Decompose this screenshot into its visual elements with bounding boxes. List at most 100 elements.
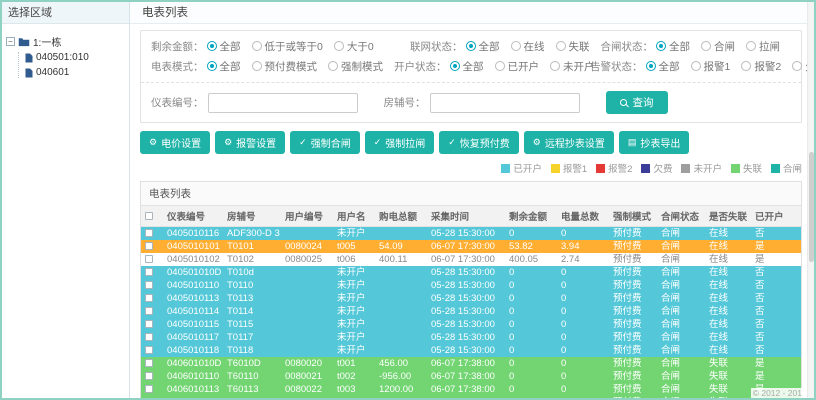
tree-node-building[interactable]: − 1:一栋 (6, 34, 125, 49)
table-row[interactable]: 0405010115 T0115 未开户 05-28 15:30:00 0 0 预付费 合闸在… (141, 318, 801, 331)
table-cell: 05-28 15:30:00 (427, 305, 505, 318)
toolbar-button-label: 电价设置 (161, 139, 202, 150)
radio-icon[interactable] (645, 61, 656, 71)
table-row[interactable]: 0405010116 ADF300-D 3 未开户 05-28 15:30:00 0 0 预… (141, 226, 801, 240)
radio-option[interactable]: 全部 (465, 39, 500, 54)
toolbar-button[interactable]: ⚙ 报警设置 (215, 131, 286, 154)
radio-icon[interactable] (251, 61, 262, 71)
region-sidebar: 选择区域 − 1:一栋 040501:010 040601 (2, 2, 130, 398)
table-row[interactable]: 040601010D T6010D 0080020 t001 456.00 06-07 1… (141, 357, 801, 370)
table-row[interactable]: 040501010D T010d 未开户 05-28 15:30:00 0 0 预付费 合闸在… (141, 266, 801, 279)
table-cell: t005 (333, 240, 375, 253)
radio-option[interactable]: 全部 (206, 59, 241, 74)
copyright-text: © 2012 - 201 (750, 388, 804, 398)
table-row[interactable]: 0405010101 T0101 0080024 t005 54.09 06-07 17:… (141, 240, 801, 253)
toolbar-button[interactable]: ✓ 恢复预付费 (439, 131, 519, 154)
table-cell: 05-28 15:30:00 (427, 318, 505, 331)
table-row[interactable]: 0405010113 T0113 未开户 05-28 15:30:00 0 0 预付费 合闸在… (141, 292, 801, 305)
radio-option[interactable]: 报警1 (690, 59, 730, 74)
radio-icon[interactable] (251, 41, 262, 51)
radio-option[interactable]: 在线 (510, 39, 545, 54)
row-checkbox[interactable] (145, 281, 153, 290)
table-cell: 预付费 (609, 226, 657, 240)
table-row[interactable]: 0405010110 T0110 未开户 05-28 15:30:00 0 0 预付费 合闸在… (141, 279, 801, 292)
table-row[interactable]: 0406010110 T60110 0080021 t002 -956.00 06-07 … (141, 370, 801, 383)
table-cell: 06-07 17:38:00 (427, 383, 505, 396)
table-row[interactable]: 0406010113 T60113 0080022 t003 1200.00 06-07 … (141, 383, 801, 396)
query-button[interactable]: 查询 (605, 91, 668, 114)
radio-icon[interactable] (206, 61, 217, 71)
table-row[interactable]: 0405010102 T0102 0080025 t006 400.11 06-07 17… (141, 253, 801, 266)
room-no-input[interactable] (429, 92, 580, 113)
radio-icon[interactable] (656, 41, 666, 51)
select-all-checkbox[interactable] (145, 211, 153, 220)
radio-icon[interactable] (690, 61, 701, 71)
row-checkbox[interactable] (145, 294, 153, 303)
table-header-row: 仪表编号 房辅号 用户编号 用户名 购电总额 采集时间 剩余金额 电量总数 强制模式 合闸状态 是否… (141, 206, 801, 227)
radio-option[interactable]: 未开户 (550, 59, 595, 74)
row-checkbox[interactable] (145, 346, 153, 355)
radio-icon[interactable] (555, 41, 566, 51)
legend-label: 欠费 (653, 164, 673, 175)
radio-icon[interactable] (550, 61, 560, 71)
row-checkbox[interactable] (145, 333, 153, 342)
radio-option[interactable]: 强制模式 (328, 59, 383, 74)
table-row[interactable]: 0405010114 T0114 未开户 05-28 15:30:00 0 0 预付费 合闸在… (141, 305, 801, 318)
toolbar-button[interactable]: ⚙ 电价设置 (140, 131, 211, 154)
tree-leaf-meter-group[interactable]: 040501:010 (25, 52, 125, 63)
table-cell: 未开户 (333, 344, 375, 357)
table-row[interactable]: 0405010117 T0117 未开户 05-28 15:30:00 0 0 预付费 合闸在… (141, 331, 801, 344)
tree-collapse-icon[interactable]: − (6, 37, 15, 46)
radio-option[interactable]: 低于或等于0 (251, 39, 323, 54)
radio-icon[interactable] (465, 41, 476, 51)
radio-option[interactable]: 全部 (645, 59, 680, 74)
radio-icon[interactable] (792, 61, 803, 71)
row-select-cell (141, 344, 163, 357)
radio-option[interactable]: 大于0 (333, 39, 374, 54)
radio-icon[interactable] (494, 61, 505, 71)
row-checkbox[interactable] (145, 307, 153, 316)
tree-leaf-meter-group[interactable]: 040601 (25, 67, 125, 78)
radio-icon[interactable] (328, 61, 338, 71)
table-cell: 在线 (705, 266, 751, 279)
table-row[interactable]: 0405010118 T0118 未开户 05-28 15:30:00 0 0 预付费 合闸在… (141, 344, 801, 357)
legend-item: 合闸 (770, 161, 802, 175)
row-checkbox[interactable] (145, 320, 153, 329)
toolbar-button[interactable]: ▤ 抄表导出 (618, 131, 690, 154)
radio-icon[interactable] (741, 61, 752, 71)
meter-no-input[interactable] (207, 92, 358, 113)
radio-option[interactable]: 全部 (656, 39, 690, 54)
row-checkbox[interactable] (145, 268, 153, 277)
row-checkbox[interactable] (145, 385, 153, 394)
row-checkbox[interactable] (145, 372, 153, 381)
radio-icon[interactable] (333, 41, 344, 51)
radio-icon[interactable] (701, 41, 711, 51)
radio-icon[interactable] (510, 41, 521, 51)
table-cell: t001 (333, 357, 375, 370)
radio-option[interactable]: 全部 (449, 59, 484, 74)
radio-option[interactable]: 全部 (206, 39, 241, 54)
radio-icon[interactable] (746, 41, 756, 51)
table-cell: 预付费 (609, 383, 657, 396)
toolbar-button[interactable]: ⚙ 远程抄表设置 (523, 131, 614, 154)
row-checkbox[interactable] (145, 242, 153, 251)
radio-option[interactable]: 失联 (555, 39, 590, 54)
row-checkbox[interactable] (145, 255, 153, 264)
radio-option[interactable]: 拉闸 (746, 39, 780, 54)
radio-icon[interactable] (206, 41, 217, 51)
radio-option[interactable]: 预付费模式 (251, 59, 317, 74)
radio-option[interactable]: 合闸 (701, 39, 735, 54)
app-window: 选择区域 − 1:一栋 040501:010 040601 电表列表 剩余金额：… (0, 0, 816, 400)
table-row[interactable]: 0406010114T601140080021t002600.0006-07 1… (141, 396, 801, 398)
vertical-scrollbar[interactable] (807, 2, 814, 398)
toolbar-button[interactable]: ✓ 强制拉闸 (364, 131, 435, 154)
radio-option[interactable]: 报警2 (741, 59, 781, 74)
row-checkbox[interactable] (145, 359, 153, 368)
radio-icon[interactable] (449, 61, 460, 71)
radio-option[interactable]: 已开户 (494, 59, 539, 74)
toolbar-button[interactable]: ✓ 强制合闸 (290, 131, 360, 154)
row-checkbox[interactable] (145, 229, 153, 238)
table-cell (281, 344, 333, 357)
scrollbar-thumb[interactable] (809, 152, 814, 262)
filter-label: 合闸状态： (600, 40, 654, 53)
